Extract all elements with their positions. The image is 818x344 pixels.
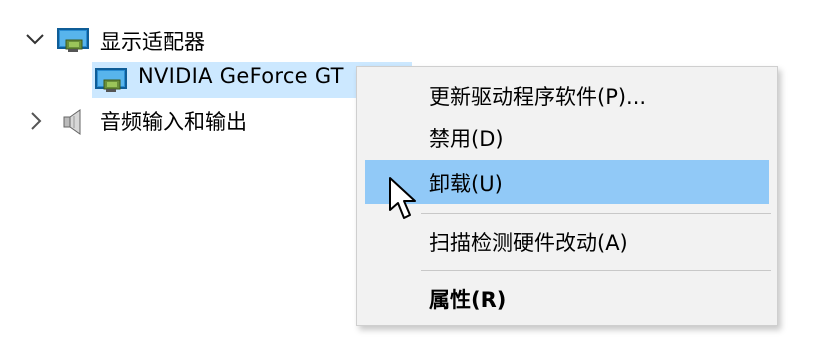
tree-item-gpu[interactable]: NVIDIA GeForce GT: [138, 64, 344, 88]
menu-item-label: 更新驱动程序软件(P)...: [429, 85, 647, 109]
arrow-cursor-icon: [389, 177, 416, 219]
menu-item-label: 卸载(U): [429, 172, 503, 196]
tree-expand-chevron[interactable]: [24, 30, 46, 52]
menu-item-label: 禁用(D): [429, 127, 504, 151]
context-menu: 更新驱动程序软件(P)... 禁用(D) 卸载(U) 扫描检测硬件改动(A) 属…: [356, 66, 778, 326]
audio-icon: [62, 108, 86, 140]
menu-item-uninstall[interactable]: 卸载(U): [365, 160, 769, 204]
tree-item-display-adapters[interactable]: 显示适配器: [100, 26, 205, 56]
gpu-icon: [94, 66, 130, 98]
tree-collapse-chevron[interactable]: [28, 110, 44, 136]
menu-item-label: 属性(R): [429, 288, 507, 312]
speaker-icon: [63, 109, 81, 135]
menu-item-update-driver[interactable]: 更新驱动程序软件(P)...: [365, 73, 769, 117]
chevron-right-icon: [31, 112, 42, 130]
monitor-icon: [57, 28, 89, 52]
menu-item-properties[interactable]: 属性(R): [365, 276, 769, 320]
menu-item-disable[interactable]: 禁用(D): [365, 115, 769, 159]
chevron-down-icon: [26, 34, 44, 45]
menu-item-scan-hardware[interactable]: 扫描检测硬件改动(A): [365, 219, 769, 263]
display-adapters-icon: [56, 26, 92, 58]
menu-item-label: 扫描检测硬件改动(A): [429, 231, 628, 255]
tree-item-audio[interactable]: 音频输入和输出: [100, 106, 247, 136]
monitor-icon: [95, 68, 127, 92]
mouse-cursor: [388, 176, 418, 226]
menu-separator: [421, 270, 771, 271]
menu-separator: [421, 213, 771, 214]
